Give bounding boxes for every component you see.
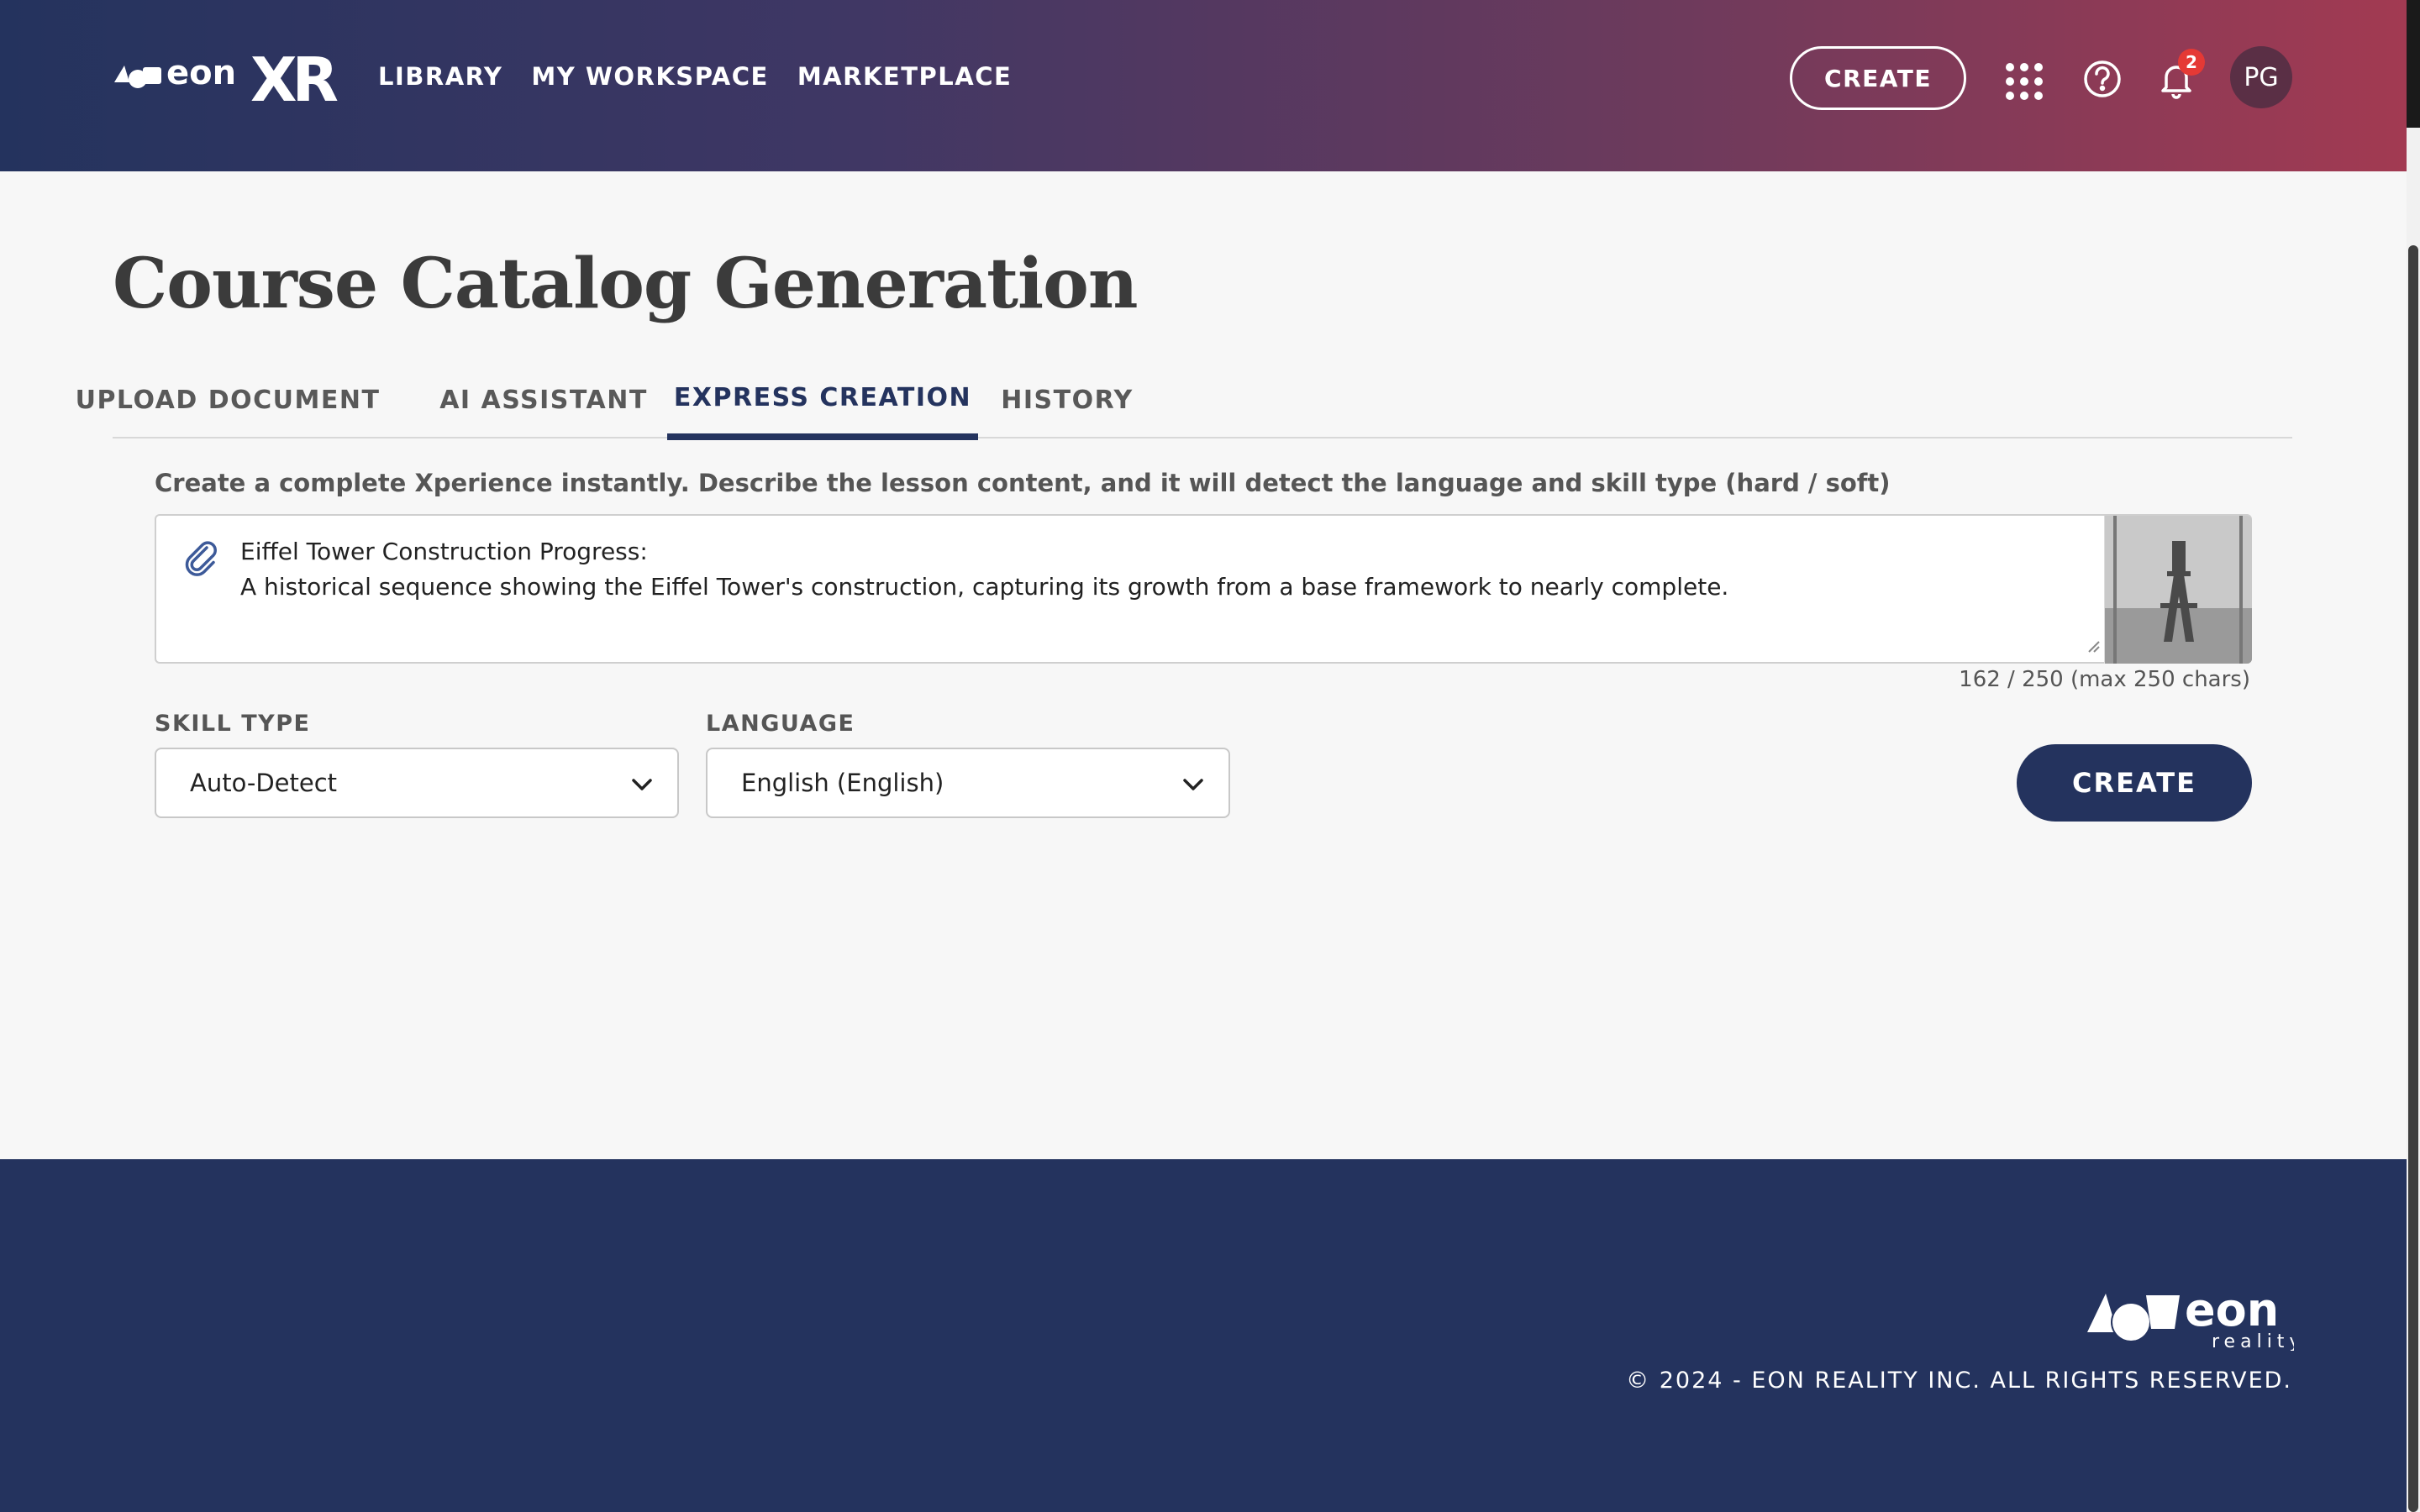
header-create-button[interactable]: CREATE bbox=[1790, 46, 1966, 110]
eon-reality-logo[interactable]: eon reality bbox=[2087, 1284, 2294, 1351]
nav-my-workspace[interactable]: MY WORKSPACE bbox=[531, 62, 768, 91]
user-avatar[interactable]: PG bbox=[2230, 46, 2292, 108]
skill-type-select[interactable]: Auto-Detect bbox=[155, 748, 679, 818]
window-edge bbox=[2407, 0, 2420, 128]
nav-library[interactable]: LIBRARY bbox=[378, 62, 502, 91]
prompt-textarea[interactable]: Eiffel Tower Construction Progress: A hi… bbox=[155, 514, 2252, 664]
paperclip-icon[interactable] bbox=[182, 538, 222, 578]
express-description: Create a complete Xperience instantly. D… bbox=[155, 469, 1891, 497]
skill-type-label: SKILL TYPE bbox=[155, 711, 311, 737]
language-select[interactable]: English (English) bbox=[706, 748, 1230, 818]
nav-marketplace[interactable]: MARKETPLACE bbox=[797, 62, 1012, 91]
tab-upload-document[interactable]: UPLOAD DOCUMENT bbox=[76, 361, 379, 438]
notification-badge: 2 bbox=[2178, 49, 2205, 76]
tab-express-creation[interactable]: EXPRESS CREATION bbox=[667, 361, 978, 440]
main-nav: LIBRARY MY WORKSPACE MARKETPLACE bbox=[378, 62, 1012, 91]
tab-bar: UPLOAD DOCUMENT AI ASSISTANT EXPRESS CRE… bbox=[76, 361, 2292, 440]
language-label: LANGUAGE bbox=[706, 711, 855, 737]
chevron-down-icon bbox=[1183, 779, 1203, 790]
footer: eon reality © 2024 - EON REALITY INC. AL… bbox=[0, 1159, 2407, 1512]
copyright-text: © 2024 - EON REALITY INC. ALL RIGHTS RES… bbox=[1626, 1368, 2292, 1394]
scrollbar-thumb[interactable] bbox=[2408, 245, 2418, 1512]
tab-ai-assistant[interactable]: AI ASSISTANT bbox=[439, 361, 646, 438]
apps-grid-icon[interactable] bbox=[2005, 62, 2044, 101]
skill-type-value: Auto-Detect bbox=[190, 769, 338, 797]
eon-xr-logo[interactable]: eon XR bbox=[113, 44, 348, 111]
svg-text:eon: eon bbox=[166, 54, 236, 92]
attached-image-thumbnail[interactable] bbox=[2104, 516, 2252, 664]
chevron-down-icon bbox=[632, 779, 652, 790]
top-header bbox=[0, 0, 2407, 171]
help-icon[interactable] bbox=[2082, 59, 2123, 99]
language-value: English (English) bbox=[741, 769, 944, 797]
tab-history[interactable]: HISTORY bbox=[1001, 361, 1132, 438]
page-title: Course Catalog Generation bbox=[113, 244, 1138, 324]
char-counter: 162 / 250 (max 250 chars) bbox=[1959, 667, 2250, 692]
prompt-text[interactable]: Eiffel Tower Construction Progress: A hi… bbox=[240, 534, 2139, 605]
svg-text:reality: reality bbox=[2212, 1331, 2294, 1351]
create-button[interactable]: CREATE bbox=[2017, 744, 2252, 822]
svg-text:XR: XR bbox=[250, 45, 338, 111]
resize-grip-icon[interactable] bbox=[2086, 638, 2101, 654]
svg-text:eon: eon bbox=[2185, 1284, 2279, 1336]
